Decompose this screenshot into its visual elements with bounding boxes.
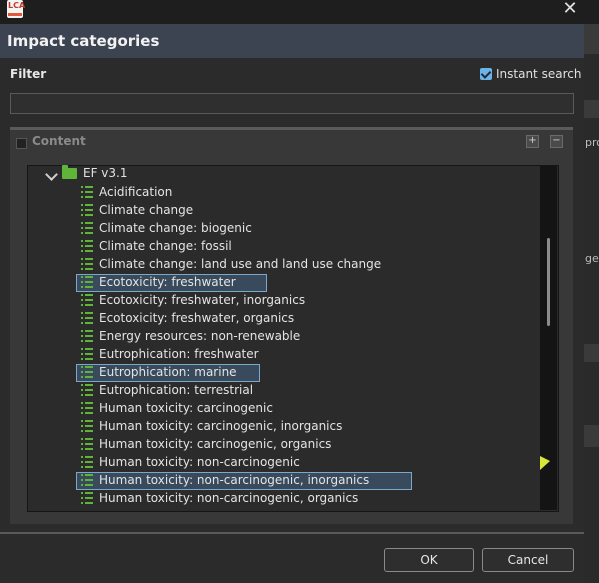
tree-item-label[interactable]: Human toxicity: non-carcinogenic, inorga… (99, 472, 369, 488)
tree-item-label[interactable]: Human toxicity: non-carcinogenic (99, 454, 300, 470)
impact-category-icon (81, 204, 93, 216)
tree-item-label[interactable]: Human toxicity: non-carcinogenic, organi… (99, 490, 358, 506)
ok-button[interactable]: OK (384, 548, 474, 572)
impact-category-icon (81, 348, 93, 360)
cancel-button[interactable]: Cancel (482, 548, 574, 572)
impact-category-icon (81, 186, 93, 198)
impact-category-icon (81, 294, 93, 306)
content-section-title: Content (32, 134, 86, 148)
section-toggle-icon[interactable] (16, 138, 27, 149)
impact-category-icon (81, 222, 93, 234)
window-titlebar: LCA ✕ (0, 0, 599, 24)
background-band (584, 100, 599, 118)
close-icon[interactable]: ✕ (560, 0, 580, 20)
impact-category-icon (81, 456, 93, 468)
instant-search-label[interactable]: Instant search (496, 67, 581, 81)
tree-item-label[interactable]: Eutrophication: freshwater (99, 346, 259, 362)
tree-item-label[interactable]: Climate change (99, 202, 193, 218)
tree-item-label[interactable]: Human toxicity: carcinogenic, organics (99, 436, 331, 452)
tree-item-label[interactable]: Climate change: land use and land use ch… (99, 256, 381, 272)
background-band (584, 24, 599, 54)
tree-item-label[interactable]: Eutrophication: marine (99, 364, 237, 380)
impact-category-icon (81, 420, 93, 432)
tree-item-label[interactable]: Human toxicity: carcinogenic, inorganics (99, 418, 342, 434)
dialog-header: Impact categories (0, 24, 584, 58)
impact-category-icon (81, 492, 93, 504)
impact-category-icon (81, 384, 93, 396)
impact-category-icon (81, 258, 93, 270)
tree-item-label[interactable]: Acidification (99, 184, 172, 200)
lca-logo-icon: LCA (7, 0, 26, 18)
filter-label: Filter (10, 67, 47, 81)
impact-category-icon (81, 240, 93, 252)
app-icon-bar (8, 13, 22, 16)
background-band (584, 344, 599, 362)
tree-folder-label[interactable]: EF v3.1 (83, 165, 127, 182)
impact-category-icon (81, 366, 93, 378)
background-band (584, 425, 599, 447)
expand-all-button[interactable]: + (526, 135, 539, 148)
impact-category-icon (81, 402, 93, 414)
tree-item-label[interactable]: Ecotoxicity: freshwater, inorganics (99, 292, 305, 308)
mouse-cursor-icon (540, 456, 550, 470)
dialog-title: Impact categories (7, 32, 160, 50)
tree-item-label[interactable]: Eutrophication: terrestrial (99, 382, 253, 398)
background-text: pro (585, 136, 599, 149)
tree-item-label[interactable]: Climate change: fossil (99, 238, 232, 254)
tree-item-label[interactable]: Ecotoxicity: freshwater (99, 274, 236, 290)
tree-item-label[interactable]: Ecotoxicity: freshwater, organics (99, 310, 294, 326)
collapse-all-button[interactable]: − (550, 135, 563, 148)
tree-item-label[interactable]: Human toxicity: carcinogenic (99, 400, 273, 416)
impact-category-icon (81, 312, 93, 324)
app-icon-text: LCA (8, 1, 26, 10)
instant-search-checkbox[interactable] (480, 68, 492, 80)
impact-category-icon (81, 474, 93, 486)
impact-category-icon (81, 330, 93, 342)
filter-input[interactable] (10, 93, 574, 114)
scrollbar-thumb[interactable] (547, 238, 550, 326)
tree-item-label[interactable]: Energy resources: non-renewable (99, 328, 300, 344)
folder-icon (62, 165, 77, 179)
tree-item-label[interactable]: Climate change: biogenic (99, 220, 252, 236)
footer-divider (0, 532, 584, 534)
impact-category-icon (81, 438, 93, 450)
impact-category-icon (81, 276, 93, 288)
background-text: ge (585, 252, 599, 265)
